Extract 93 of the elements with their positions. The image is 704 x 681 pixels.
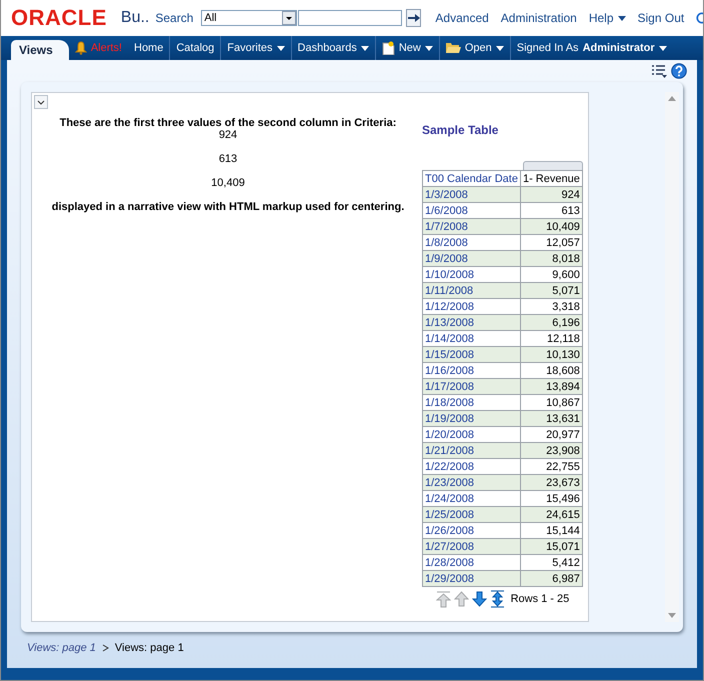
pager-button[interactable] xyxy=(490,590,506,608)
table-cell: 10,867 xyxy=(520,394,582,410)
table-cell: 23,908 xyxy=(520,442,582,458)
rows-status: Rows 1 - 25 xyxy=(510,593,570,605)
table-cell: 12,118 xyxy=(520,330,582,346)
table-cell: 924 xyxy=(520,186,582,202)
table-cell[interactable]: 1/10/2008 xyxy=(422,266,520,282)
up-arrow-icon xyxy=(454,591,470,607)
table-title: Sample Table xyxy=(422,123,500,137)
user-name: Administrator xyxy=(582,42,655,54)
table-cell: 22,755 xyxy=(520,458,582,474)
table-cell[interactable]: 1/12/2008 xyxy=(422,298,520,314)
table-cell: 6,987 xyxy=(520,570,582,586)
header-link[interactable]: Administration xyxy=(500,11,577,25)
table-cell[interactable]: 1/21/2008 xyxy=(422,442,520,458)
table-cell[interactable]: 1/22/2008 xyxy=(422,458,520,474)
go-button[interactable] xyxy=(406,9,422,27)
breadcrumb-item[interactable]: Views: page 1 xyxy=(114,642,184,654)
scroll-up-icon[interactable] xyxy=(668,96,676,101)
scope-dropdown[interactable]: All xyxy=(201,10,297,26)
table-cell: 15,496 xyxy=(520,490,582,506)
table-cell[interactable]: 1/14/2008 xyxy=(422,330,520,346)
table-cell[interactable]: 1/28/2008 xyxy=(422,554,520,570)
table-cell[interactable]: 1/8/2008 xyxy=(422,234,520,250)
chevron-down-icon xyxy=(37,100,45,104)
table-cell[interactable]: 1/15/2008 xyxy=(422,346,520,362)
header-link[interactable]: Help xyxy=(588,11,626,25)
folder-icon xyxy=(446,42,461,54)
collapse-button[interactable] xyxy=(34,95,48,109)
search-icon[interactable] xyxy=(696,11,703,25)
oracle-logo: ORACLE xyxy=(11,5,107,31)
help-icon[interactable] xyxy=(671,63,687,79)
table-cell[interactable]: 1/23/2008 xyxy=(422,474,520,490)
column-header[interactable]: T00 Calendar Date xyxy=(422,170,520,186)
table-cell[interactable]: 1/26/2008 xyxy=(422,522,520,538)
column-grip[interactable] xyxy=(522,161,583,170)
new-document-icon xyxy=(382,41,395,55)
table-cell[interactable]: 1/16/2008 xyxy=(422,362,520,378)
table-cell[interactable]: 1/13/2008 xyxy=(422,314,520,330)
header-link[interactable]: Sign Out xyxy=(638,11,684,25)
table-cell[interactable]: 1/17/2008 xyxy=(422,378,520,394)
app-title: Bu.. xyxy=(120,9,150,27)
table-cell: 5,412 xyxy=(520,554,582,570)
table-cell[interactable]: 1/3/2008 xyxy=(422,186,520,202)
narrative-value: 10,409 xyxy=(211,177,245,189)
table-cell[interactable]: 1/11/2008 xyxy=(422,282,520,298)
narrative-outro: displayed in a narrative view with HTML markup used for centering. xyxy=(52,201,404,213)
table-cell[interactable]: 1/24/2008 xyxy=(422,490,520,506)
views-tab[interactable]: Views xyxy=(11,40,69,60)
table-cell: 13,631 xyxy=(520,410,582,426)
table-cell: 5,071 xyxy=(520,282,582,298)
table-cell: 23,673 xyxy=(520,474,582,490)
down-arrow-icon xyxy=(472,591,488,607)
nav-link[interactable]: Home xyxy=(128,36,170,60)
table-cell: 13,894 xyxy=(520,378,582,394)
expand-rows-icon xyxy=(490,590,506,608)
table-cell[interactable]: 1/19/2008 xyxy=(422,410,520,426)
search-field[interactable] xyxy=(298,10,402,26)
table-cell: 12,057 xyxy=(520,234,582,250)
scroll-down-icon[interactable] xyxy=(668,613,676,618)
table-cell: 20,977 xyxy=(520,426,582,442)
table-cell: 3,318 xyxy=(520,298,582,314)
signed-in-label: Signed In As xyxy=(516,42,579,54)
table-cell: 9,600 xyxy=(520,266,582,282)
table-cell: 8,018 xyxy=(520,250,582,266)
search-label: Search xyxy=(155,11,194,25)
table-cell[interactable]: 1/27/2008 xyxy=(422,538,520,554)
table-cell: 15,144 xyxy=(520,522,582,538)
separator-icon xyxy=(102,644,109,652)
table-cell[interactable]: 1/29/2008 xyxy=(422,570,520,586)
header-link[interactable]: Advanced xyxy=(435,11,489,25)
table-cell: 18,608 xyxy=(520,362,582,378)
list-options-icon[interactable] xyxy=(651,64,667,78)
narrative-intro: These are the first three values of the second column in Criteria: xyxy=(60,117,396,129)
narrative-value: 924 xyxy=(218,129,238,141)
table-cell[interactable]: 1/9/2008 xyxy=(422,250,520,266)
breadcrumb-item[interactable]: Views: page 1 xyxy=(27,642,96,654)
table-cell[interactable]: 1/7/2008 xyxy=(422,218,520,234)
narrative-value: 613 xyxy=(218,153,238,165)
first-page-icon xyxy=(436,590,452,608)
table-cell: 10,409 xyxy=(520,218,582,234)
pager-button[interactable] xyxy=(472,590,488,608)
table-cell[interactable]: 1/18/2008 xyxy=(422,394,520,410)
table-cell: 613 xyxy=(520,202,582,218)
table-cell: 15,071 xyxy=(520,538,582,554)
table-cell: 6,196 xyxy=(520,314,582,330)
table-cell[interactable]: 1/20/2008 xyxy=(422,426,520,442)
bell-icon xyxy=(74,41,87,55)
scrollbar[interactable] xyxy=(665,92,679,622)
table-cell: 10,130 xyxy=(520,346,582,362)
table-cell[interactable]: 1/25/2008 xyxy=(422,506,520,522)
table-cell: 24,615 xyxy=(520,506,582,522)
table-cell[interactable]: 1/6/2008 xyxy=(422,202,520,218)
